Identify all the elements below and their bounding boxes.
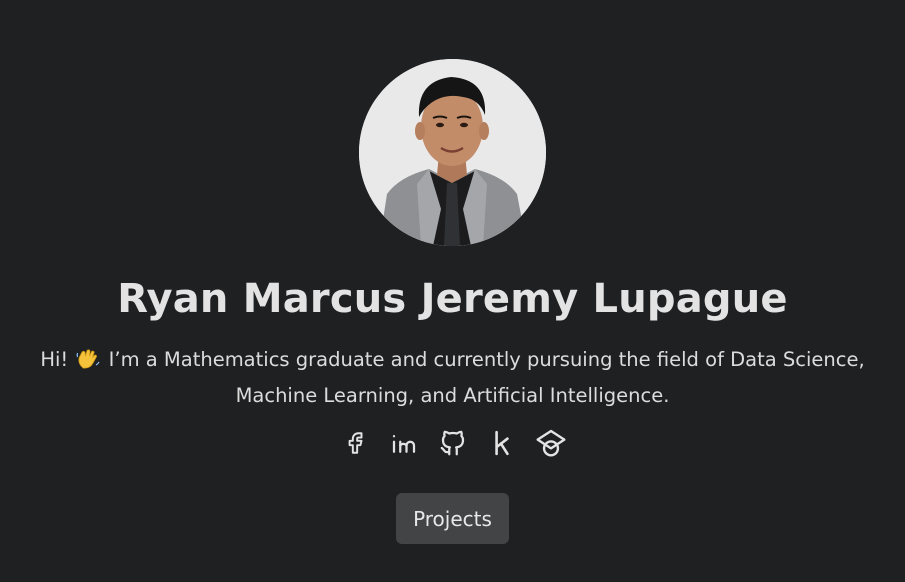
bio-greeting: Hi! (40, 348, 69, 371)
profile-name: Ryan Marcus Jeremy Lupague (117, 276, 788, 322)
kaggle-link[interactable] (486, 425, 518, 461)
facebook-link[interactable] (339, 425, 371, 461)
kaggle-icon (494, 430, 509, 456)
bio-line-1: Hi! I’m a Mathematics graduate and curre… (20, 342, 885, 378)
github-link[interactable] (437, 425, 469, 461)
linkedin-link[interactable] (388, 425, 420, 461)
bio-line-2: Machine Learning, and Artificial Intelli… (235, 384, 670, 407)
avatar-photo (359, 59, 546, 246)
portfolio-page: Ryan Marcus Jeremy Lupague Hi! I’m a Mat… (0, 0, 905, 582)
waving-hand-icon (76, 346, 100, 369)
facebook-icon (348, 432, 362, 454)
projects-button[interactable]: Projects (396, 493, 509, 544)
bio-line-1-text: I’m a Mathematics graduate and currently… (108, 348, 865, 371)
linkedin-icon (392, 435, 415, 453)
github-icon (440, 430, 464, 456)
bio-text: Hi! I’m a Mathematics graduate and curre… (20, 342, 885, 414)
scholar-link[interactable] (535, 425, 567, 461)
graduation-cap-icon (535, 429, 566, 457)
social-links (0, 425, 905, 461)
avatar (359, 59, 546, 246)
